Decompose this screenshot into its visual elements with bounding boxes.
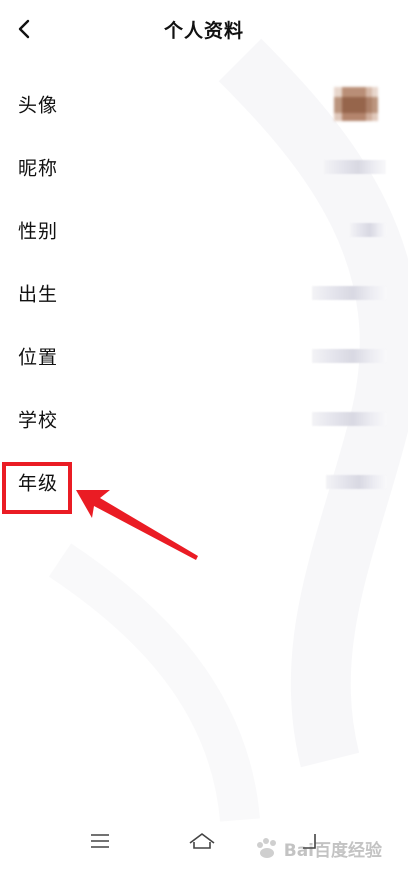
arrow-icon xyxy=(76,490,198,560)
profile-row-avatar[interactable]: 头像 xyxy=(0,72,408,135)
row-label: 性别 xyxy=(18,220,59,242)
header-bar: 个人资料 xyxy=(0,0,408,60)
row-value-blurred xyxy=(324,159,386,174)
row-value-blurred xyxy=(312,285,386,300)
bottom-navigation-bar: Bai百度经验 xyxy=(0,805,408,875)
row-label: 出生 xyxy=(18,283,59,305)
profile-row-gender[interactable]: 性别 xyxy=(0,198,408,261)
menu-icon xyxy=(91,834,109,848)
avatar[interactable] xyxy=(334,86,378,121)
home-icon xyxy=(189,833,215,849)
menu-button[interactable] xyxy=(80,823,120,859)
row-label: 昵称 xyxy=(18,157,59,179)
row-label: 学校 xyxy=(18,409,59,431)
row-value-blurred xyxy=(312,348,386,363)
profile-row-nickname[interactable]: 昵称 xyxy=(0,135,408,198)
profile-row-school[interactable]: 学校 xyxy=(0,387,408,450)
watermark: Bai百度经验 xyxy=(254,836,382,861)
row-value-blurred xyxy=(312,411,386,426)
page-title: 个人资料 xyxy=(163,20,244,42)
profile-field-list: 头像 昵称 性别 出生 位置 学校 年级 xyxy=(0,72,408,513)
paw-icon xyxy=(256,837,276,858)
profile-row-birthday[interactable]: 出生 xyxy=(0,261,408,324)
row-value-blurred xyxy=(350,222,386,237)
row-value-blurred xyxy=(326,474,386,489)
home-button[interactable] xyxy=(182,823,222,859)
row-label: 位置 xyxy=(18,346,59,368)
row-label: 头像 xyxy=(18,94,59,116)
watermark-text: Bai百度经验 xyxy=(283,841,382,861)
profile-row-location[interactable]: 位置 xyxy=(0,324,408,387)
highlight-box xyxy=(2,462,72,514)
